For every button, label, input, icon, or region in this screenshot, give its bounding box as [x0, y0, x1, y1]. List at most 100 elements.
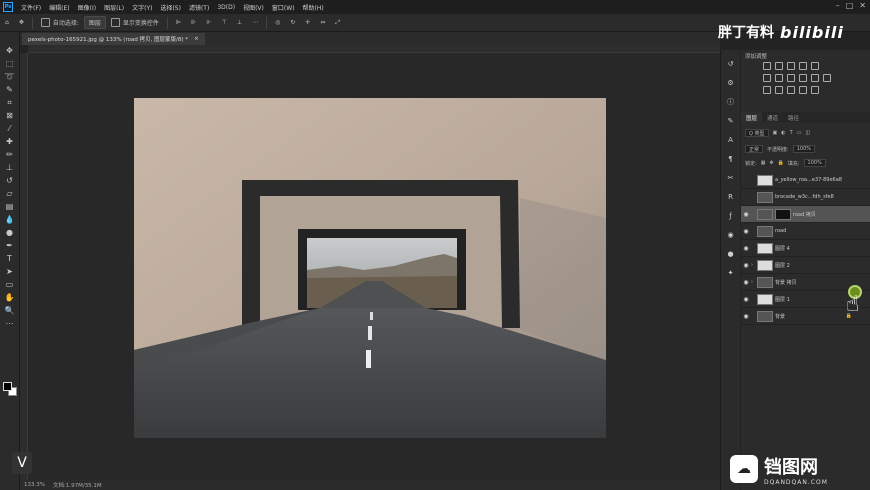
paragraph-panel-icon[interactable]: ¶ [725, 153, 737, 165]
show-transform-checkbox[interactable]: 显示变换控件 [106, 18, 164, 27]
menu-type[interactable]: 文字(Y) [128, 3, 156, 12]
tab-channels[interactable]: 通道 [762, 112, 783, 122]
layer-row-selected[interactable]: ◉ road 拷贝 [741, 206, 870, 223]
layer-row[interactable]: brocade_w3c...fdh_sfe8 [741, 189, 870, 206]
posterize-icon[interactable] [775, 86, 783, 94]
3d-slide-icon[interactable]: ⇔ [315, 19, 330, 26]
eye-icon[interactable]: ◉ [741, 211, 751, 218]
tab-paths[interactable]: 路径 [783, 112, 804, 122]
layer-row[interactable]: ◉ › 图层 2 [741, 257, 870, 274]
plugin-icon[interactable]: ✂ [725, 172, 737, 184]
menu-layer[interactable]: 图层(L) [100, 3, 128, 12]
type-tool-icon[interactable]: T [4, 254, 16, 263]
color-balance-icon[interactable] [775, 74, 783, 82]
pen-tool-icon[interactable]: ✒ [4, 241, 16, 250]
color-lookup-icon[interactable] [823, 74, 831, 82]
layer-mask-thumbnail[interactable] [775, 208, 791, 220]
history-panel-icon[interactable]: ↺ [725, 58, 737, 70]
menu-image[interactable]: 图像(I) [74, 3, 100, 12]
maximize-icon[interactable]: □ [846, 1, 854, 10]
lock-pixels-icon[interactable]: ▦ [761, 160, 766, 166]
layer-row[interactable]: ◉ 图层 4 [741, 240, 870, 257]
zoom-level[interactable]: 133.3% [24, 482, 45, 488]
menu-filter[interactable]: 滤镜(T) [185, 3, 213, 12]
auto-select-checkbox[interactable]: 自动选择: [36, 18, 84, 27]
eye-icon[interactable]: ◉ [741, 279, 751, 286]
opacity-input[interactable]: 100% [792, 145, 815, 153]
filter-shape-icon[interactable]: ▭ [797, 130, 802, 136]
distribute-icon[interactable]: ⋯ [247, 19, 263, 26]
plugin-orange-icon[interactable]: ● [725, 248, 737, 260]
close-tab-icon[interactable]: × [194, 36, 199, 42]
healing-brush-tool-icon[interactable]: ✚ [4, 137, 16, 146]
move-tool-icon[interactable]: ✥ [4, 46, 16, 55]
plugin-color-wheel-icon[interactable]: ◉ [725, 229, 737, 241]
3d-rotate-icon[interactable]: ↻ [285, 19, 300, 26]
menu-edit[interactable]: 编辑(E) [45, 3, 73, 12]
layer-row[interactable]: ◉ road [741, 223, 870, 240]
vibrance-icon[interactable] [811, 62, 819, 70]
layer-kind-filter[interactable]: Q 类型 [745, 129, 769, 137]
align-left-icon[interactable]: ⊫ [171, 19, 186, 26]
menu-select[interactable]: 选择(S) [156, 3, 185, 12]
home-icon[interactable]: ⌂ [0, 19, 14, 26]
eye-icon[interactable]: ◉ [741, 313, 751, 320]
info-panel-icon[interactable]: ⓘ [725, 96, 737, 108]
plugin-ra-icon[interactable]: R [725, 191, 737, 203]
menu-help[interactable]: 帮助(H) [299, 3, 328, 12]
channel-mixer-icon[interactable] [811, 74, 819, 82]
eye-icon[interactable]: ◉ [741, 245, 751, 252]
hue-saturation-icon[interactable] [763, 74, 771, 82]
3d-pan-icon[interactable]: ✛ [300, 19, 315, 26]
more-tools-icon[interactable]: ⋯ [4, 319, 16, 328]
brush-tool-icon[interactable]: ✏ [4, 150, 16, 159]
fill-input[interactable]: 100% [803, 159, 826, 167]
invert-icon[interactable] [763, 86, 771, 94]
move-tool-icon[interactable]: ✥ [14, 19, 29, 26]
plugin-ff-icon[interactable]: ƒ [725, 210, 737, 222]
canvas-workspace[interactable] [28, 53, 720, 480]
menu-file[interactable]: 文件(F) [17, 3, 45, 12]
levels-icon[interactable] [775, 62, 783, 70]
exposure-icon[interactable] [799, 62, 807, 70]
gradient-map-icon[interactable] [799, 86, 807, 94]
eraser-tool-icon[interactable]: ▱ [4, 189, 16, 198]
3d-mode-icon[interactable]: ◎ [270, 19, 285, 26]
hand-tool-icon[interactable]: ✋ [4, 293, 16, 302]
blend-mode-select[interactable]: 正常 [745, 145, 764, 153]
brush-settings-icon[interactable]: ✎ [725, 115, 737, 127]
crop-tool-icon[interactable]: ⌗ [4, 98, 16, 107]
document-tab[interactable]: pexels-photo-165921.jpg @ 133% (road 拷贝,… [22, 33, 205, 45]
tab-layers[interactable]: 图层 [741, 112, 763, 122]
menu-view[interactable]: 视图(V) [239, 3, 268, 12]
eye-icon[interactable]: ◉ [741, 262, 751, 269]
shape-tool-icon[interactable]: ▭ [4, 280, 16, 289]
align-right-icon[interactable]: ⊩ [201, 19, 216, 26]
align-middle-icon[interactable]: ⊥ [232, 19, 247, 26]
align-center-icon[interactable]: ⊪ [186, 19, 201, 26]
selective-color-icon[interactable] [811, 86, 819, 94]
filter-type-icon[interactable]: T [790, 130, 793, 136]
menu-3d[interactable]: 3D(D) [213, 4, 239, 11]
3d-scale-icon[interactable]: ⤢ [330, 19, 345, 27]
frame-tool-icon[interactable]: ⊠ [4, 111, 16, 120]
clone-stamp-tool-icon[interactable]: ⊥ [4, 163, 16, 172]
photo-filter-icon[interactable] [799, 74, 807, 82]
eyedropper-tool-icon[interactable]: ⁄ [4, 124, 16, 133]
filter-smart-icon[interactable]: ◫ [805, 130, 810, 136]
curves-icon[interactable] [787, 62, 795, 70]
black-white-icon[interactable] [787, 74, 795, 82]
dodge-tool-icon[interactable]: ● [4, 228, 16, 237]
eye-icon[interactable]: ◉ [741, 228, 751, 235]
auto-select-dropdown[interactable]: 图层 [83, 16, 106, 29]
character-panel-icon[interactable]: A [725, 134, 737, 146]
eye-icon[interactable]: ◉ [741, 296, 751, 303]
align-top-icon[interactable]: ⊤ [217, 19, 232, 26]
quick-select-tool-icon[interactable]: ✎ [4, 85, 16, 94]
document-canvas[interactable] [134, 98, 606, 438]
lock-all-icon[interactable]: 🔒 [778, 160, 784, 166]
marquee-tool-icon[interactable]: ⬚ [4, 59, 16, 68]
plugin-brush-icon[interactable]: ✦ [725, 267, 737, 279]
lock-position-icon[interactable]: ✥ [769, 160, 773, 166]
filter-pixel-icon[interactable]: ▣ [773, 130, 778, 136]
